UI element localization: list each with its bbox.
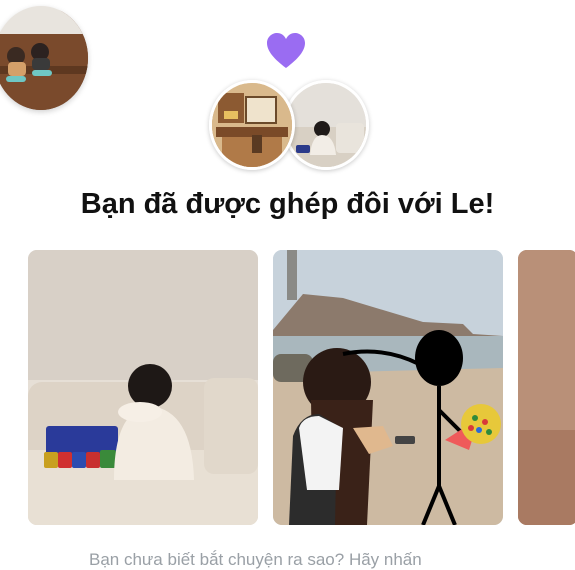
match-photo-3[interactable] [518, 250, 575, 525]
match-title: Bạn đã được ghép đôi với Le! [80, 188, 495, 220]
profile-avatar[interactable] [0, 6, 88, 110]
match-photo-2[interactable] [273, 250, 503, 525]
photo-child-on-sofa [28, 250, 258, 525]
match-avatar [283, 80, 369, 170]
purple-heart-icon [266, 32, 306, 70]
match-photo-1[interactable] [28, 250, 258, 525]
avatar-photo [0, 6, 88, 110]
matched-avatars [209, 80, 369, 170]
photo-partial [518, 250, 575, 525]
photo-beach-with-doodle [273, 250, 503, 525]
conversation-hint: Bạn chưa biết bắt chuyện ra sao? Hãy nhấ… [89, 550, 422, 569]
my-avatar [209, 80, 295, 170]
